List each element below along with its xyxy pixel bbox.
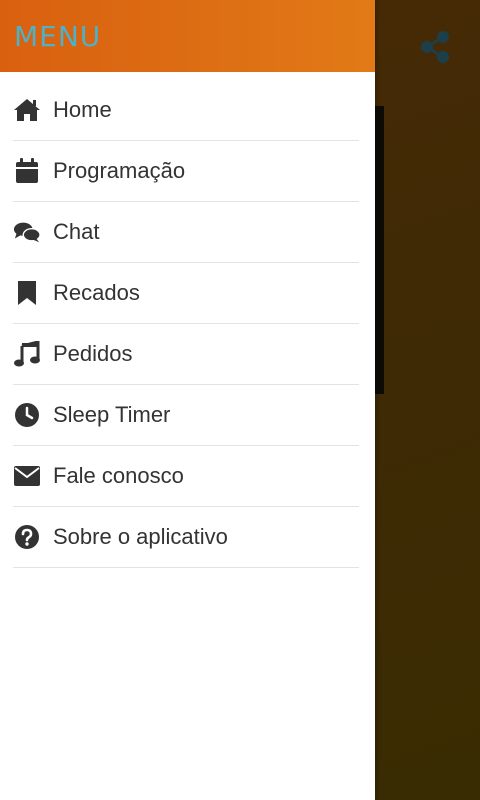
menu-item-label: Recados <box>53 280 140 305</box>
menu-item-recados[interactable]: Recados <box>13 263 359 324</box>
share-icon <box>419 30 451 69</box>
envelope-icon <box>13 462 41 490</box>
menu-item-label: Pedidos <box>53 341 133 366</box>
drawer-title: MENU <box>14 20 102 53</box>
menu-item-sleep-timer[interactable]: Sleep Timer <box>13 385 359 446</box>
home-icon <box>13 96 41 124</box>
app-screen: MENU Home Programação Chat Recados Pedid… <box>0 0 480 800</box>
menu-item-label: Programação <box>53 158 186 183</box>
background-player-panel <box>374 106 384 394</box>
menu-item-home[interactable]: Home <box>13 80 359 141</box>
question-circle-icon <box>13 523 41 551</box>
menu-item-pedidos[interactable]: Pedidos <box>13 324 359 385</box>
menu-item-label: Sobre o aplicativo <box>53 524 228 549</box>
chat-icon <box>13 218 41 246</box>
music-icon <box>13 340 41 368</box>
bookmark-icon <box>13 279 41 307</box>
menu-item-label: Fale conosco <box>53 463 184 488</box>
menu-item-fale-conosco[interactable]: Fale conosco <box>13 446 359 507</box>
menu-item-sobre[interactable]: Sobre o aplicativo <box>13 507 359 568</box>
menu-item-label: Sleep Timer <box>53 402 171 427</box>
navigation-drawer: MENU Home Programação Chat Recados Pedid… <box>0 0 375 800</box>
calendar-icon <box>13 157 41 185</box>
menu-item-label: Chat <box>53 219 100 244</box>
drawer-header: MENU <box>0 0 375 72</box>
menu-item-chat[interactable]: Chat <box>13 202 359 263</box>
clock-icon <box>13 401 41 429</box>
menu-item-label: Home <box>53 97 112 122</box>
menu-list: Home Programação Chat Recados Pedidos Sl… <box>0 80 375 568</box>
menu-item-programacao[interactable]: Programação <box>13 141 359 202</box>
share-button[interactable] <box>416 30 454 68</box>
